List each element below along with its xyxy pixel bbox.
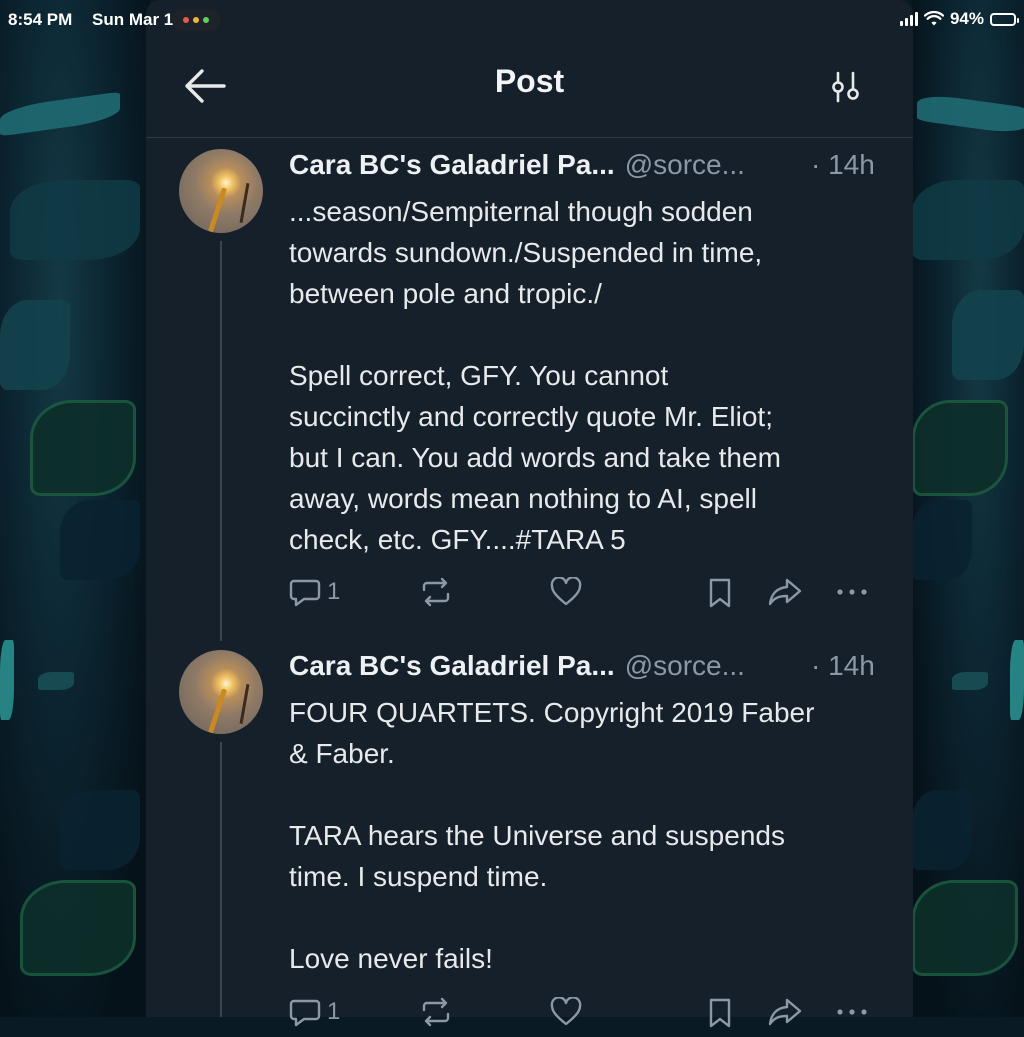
share-icon	[768, 578, 802, 606]
filter-button[interactable]	[830, 70, 862, 104]
more-horizontal-icon	[837, 1009, 867, 1015]
status-right: 94%	[899, 9, 1019, 29]
post-actions: 1	[146, 577, 913, 617]
post-panel: Post Cara BC's Galadriel Pa... @sorce... …	[146, 0, 913, 1028]
author-handle[interactable]: @sorce...	[625, 650, 745, 681]
reply-count: 1	[327, 578, 341, 605]
post-meta: Cara BC's Galadriel Pa... @sorce... · 14h	[289, 149, 875, 181]
reply-button[interactable]: 1	[289, 997, 340, 1027]
like-button[interactable]	[550, 997, 582, 1027]
more-button[interactable]	[834, 997, 870, 1027]
avatar[interactable]	[179, 650, 263, 734]
reply-count: 1	[327, 998, 341, 1025]
post-text: FOUR QUARTETS. Copyright 2019 Faber & Fa…	[289, 697, 815, 974]
bookmark-icon	[709, 998, 731, 1028]
battery-icon	[990, 12, 1019, 26]
post-actions: 1	[146, 997, 913, 1037]
author-name[interactable]: Cara BC's Galadriel Pa...	[289, 650, 615, 681]
bookmark-icon	[709, 578, 731, 608]
author-handle[interactable]: @sorce...	[625, 149, 745, 180]
wifi-icon	[923, 11, 944, 26]
share-button[interactable]	[767, 997, 803, 1027]
wallpaper-left	[0, 0, 150, 1017]
share-button[interactable]	[767, 577, 803, 607]
status-bar: 8:54 PM Sun Mar 1 94%	[0, 0, 1024, 40]
reply-button[interactable]: 1	[289, 577, 340, 607]
repost-button[interactable]	[420, 997, 452, 1027]
status-time: 8:54 PM	[8, 10, 73, 29]
avatar[interactable]	[179, 149, 263, 233]
repost-icon	[422, 997, 450, 1027]
more-horizontal-icon	[837, 589, 867, 595]
post-time: · 14h	[811, 149, 875, 180]
reply-icon	[289, 999, 321, 1027]
reply-icon	[289, 579, 321, 607]
repost-button[interactable]	[420, 577, 452, 607]
post-time: · 14h	[811, 650, 875, 681]
author-name[interactable]: Cara BC's Galadriel Pa...	[289, 149, 615, 180]
post-meta: Cara BC's Galadriel Pa... @sorce... · 14h	[289, 650, 875, 682]
page-title: Post	[494, 63, 565, 99]
wallpaper-right	[912, 0, 1024, 1017]
repost-icon	[422, 577, 450, 607]
bookmark-button[interactable]	[706, 577, 734, 609]
share-icon	[768, 998, 802, 1026]
post-item[interactable]: Cara BC's Galadriel Pa... @sorce... · 14h…	[146, 642, 913, 1028]
post-item[interactable]: Cara BC's Galadriel Pa... @sorce... · 14h…	[146, 137, 913, 642]
thread-line	[220, 742, 222, 1017]
like-button[interactable]	[550, 577, 582, 607]
sliders-icon	[832, 71, 859, 103]
cellular-signal-icon	[899, 12, 918, 26]
status-date: Sun Mar 1	[92, 10, 174, 29]
bookmark-button[interactable]	[706, 997, 734, 1029]
heart-icon	[550, 577, 582, 606]
battery-percent: 94%	[949, 9, 984, 28]
heart-icon	[550, 997, 582, 1026]
multitasking-dots[interactable]	[172, 9, 220, 31]
more-button[interactable]	[834, 577, 870, 607]
post-text: ...season/Sempiternal though sodden towa…	[289, 196, 781, 555]
